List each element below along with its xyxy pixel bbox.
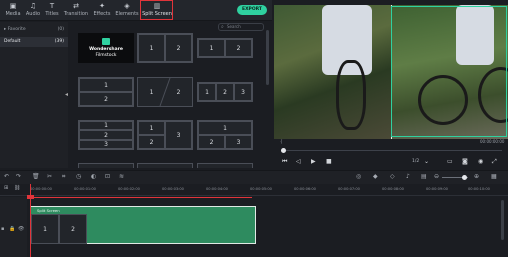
lock-icon[interactable]: 🔒 — [9, 226, 15, 232]
preview-frame — [274, 5, 508, 139]
scrub-handle[interactable] — [281, 148, 286, 153]
clip-thumbnail: 1 2 — [31, 214, 87, 244]
rewind-icon[interactable]: ⏮ — [282, 158, 287, 166]
crop-icon[interactable]: ⌗ — [62, 173, 65, 181]
marker-icon[interactable]: ◆ — [373, 173, 378, 180]
search-icon: ⌕ — [221, 24, 224, 30]
template-split-3-mixed[interactable]: 1 2 3 — [137, 120, 193, 150]
video-preview — [274, 5, 508, 139]
voiceover-icon[interactable]: ▤ — [421, 173, 427, 180]
template-split-2-vertical[interactable]: 1 2 — [137, 33, 193, 63]
delete-icon[interactable]: 🗑 — [32, 173, 40, 180]
render-icon[interactable]: ◎ — [356, 173, 361, 180]
quality-dropdown-icon[interactable]: ⌄ — [424, 158, 429, 165]
audio-mixer-icon[interactable]: ≋ — [119, 173, 124, 180]
export-button[interactable]: EXPORT — [237, 5, 267, 15]
media-tab-bar: ▣ Media ♫ Audio T Titles ⇄ Transition ✦ Effec… — [0, 0, 272, 21]
work-area-line — [30, 197, 252, 198]
editor-window: ▣ Media ♫ Audio T Titles ⇄ Transition ✦ Effec… — [0, 0, 508, 257]
template-filmstock[interactable]: Wondershare Filmstock — [78, 33, 134, 63]
selected-pane-outline — [391, 6, 507, 137]
track-header: ▪ 🔒 👁 — [0, 197, 27, 257]
transition-icon: ⇄ — [73, 2, 79, 10]
speed-icon[interactable]: ◷ — [76, 173, 81, 180]
elements-icon: ◈ — [124, 2, 130, 10]
play-icon[interactable]: ▶ — [311, 158, 316, 165]
effects-icon: ✦ — [99, 2, 105, 10]
zoom-in-icon[interactable]: ⊕ — [474, 173, 479, 180]
template-split-3-horizontal[interactable]: 1 2 3 — [78, 120, 134, 150]
playhead-handle[interactable] — [27, 195, 34, 199]
timeline-toolbar: ↶ ↷ 🗑 ✂ ⌗ ◷ ◐ ⊡ ≋ ◎ ◆ ◇ ♪ ▤ ⊖ ⊕ ▦ — [0, 170, 508, 184]
timeline-scrollbar[interactable] — [501, 200, 504, 240]
track-number-icon: ▪ — [1, 226, 5, 232]
fullscreen-icon[interactable]: ⤢ — [492, 158, 497, 166]
shield-icon[interactable]: ◇ — [390, 173, 395, 180]
snapshot-icon[interactable]: ◙ — [462, 158, 468, 165]
zoom-slider-handle[interactable] — [462, 175, 467, 180]
add-track-icon[interactable]: ⊞ — [4, 185, 8, 191]
template-split-3-top[interactable]: 1 2 3 — [197, 120, 253, 150]
template-split-2-vertical-small[interactable]: 1 2 — [197, 38, 253, 58]
color-icon[interactable]: ◐ — [91, 173, 96, 180]
volume-icon[interactable]: ◉ — [478, 158, 483, 165]
sidebar-item-favorite[interactable]: ▸ Favorite (0) — [0, 25, 68, 35]
mic-icon[interactable]: ♪ — [406, 173, 410, 180]
split-screen-template-grid: ⌕ Search Wondershare Filmstock 1 2 1 2 1 … — [70, 22, 272, 168]
template-partial[interactable] — [137, 163, 193, 168]
link-icon[interactable]: ⛓ — [14, 185, 20, 191]
template-grid-scrollbar[interactable] — [266, 30, 269, 85]
playback-controls: ⏮ ◁ ▶ ■ 1/2 ⌄ ▭ ◙ ◉ ⤢ — [274, 144, 508, 169]
cut-icon[interactable]: ✂ — [47, 173, 52, 180]
eye-icon[interactable]: 👁 — [18, 226, 24, 232]
filmstock-logo-icon — [102, 38, 110, 45]
tab-elements[interactable]: ◈ Elements — [113, 2, 141, 19]
playback-quality[interactable]: 1/2 — [412, 159, 419, 164]
tab-transition[interactable]: ⇄ Transition — [62, 2, 90, 19]
redo-icon[interactable]: ↷ — [16, 173, 21, 180]
zoom-out-icon[interactable]: ⊖ — [434, 173, 439, 180]
step-back-icon[interactable]: ◁ — [296, 158, 301, 165]
template-partial[interactable] — [197, 163, 253, 168]
stop-icon[interactable]: ■ — [326, 158, 332, 165]
search-input[interactable]: ⌕ Search — [218, 23, 264, 31]
template-split-2-horizontal[interactable]: 1 2 — [78, 77, 134, 107]
scrub-bar[interactable] — [282, 150, 502, 151]
undo-icon[interactable]: ↶ — [4, 173, 9, 180]
category-sidebar: ▸ Favorite (0) Default (39) — [0, 22, 68, 168]
active-tab-highlight — [140, 0, 173, 20]
sidebar-item-default[interactable]: Default (39) — [0, 37, 68, 47]
template-split-2-diagonal[interactable]: 1 2 — [137, 77, 193, 107]
tab-effects[interactable]: ✦ Effects — [89, 2, 115, 19]
bike-wheel — [336, 60, 366, 130]
timeline-clip-split-screen[interactable]: Split Screen 1 2 — [30, 206, 256, 244]
display-icon[interactable]: ▭ — [447, 158, 453, 165]
fit-icon[interactable]: ⊡ — [105, 173, 110, 180]
template-partial[interactable] — [78, 163, 134, 168]
timeline-ruler[interactable]: ⊞ ⛓ 00:00:00:00 00:00:01:00 00:00:02:00 … — [0, 184, 508, 196]
timeline-settings-icon[interactable]: ▦ — [491, 173, 497, 180]
template-split-3-vertical[interactable]: 1 2 3 — [197, 82, 253, 102]
split-pane-1[interactable] — [274, 5, 391, 139]
